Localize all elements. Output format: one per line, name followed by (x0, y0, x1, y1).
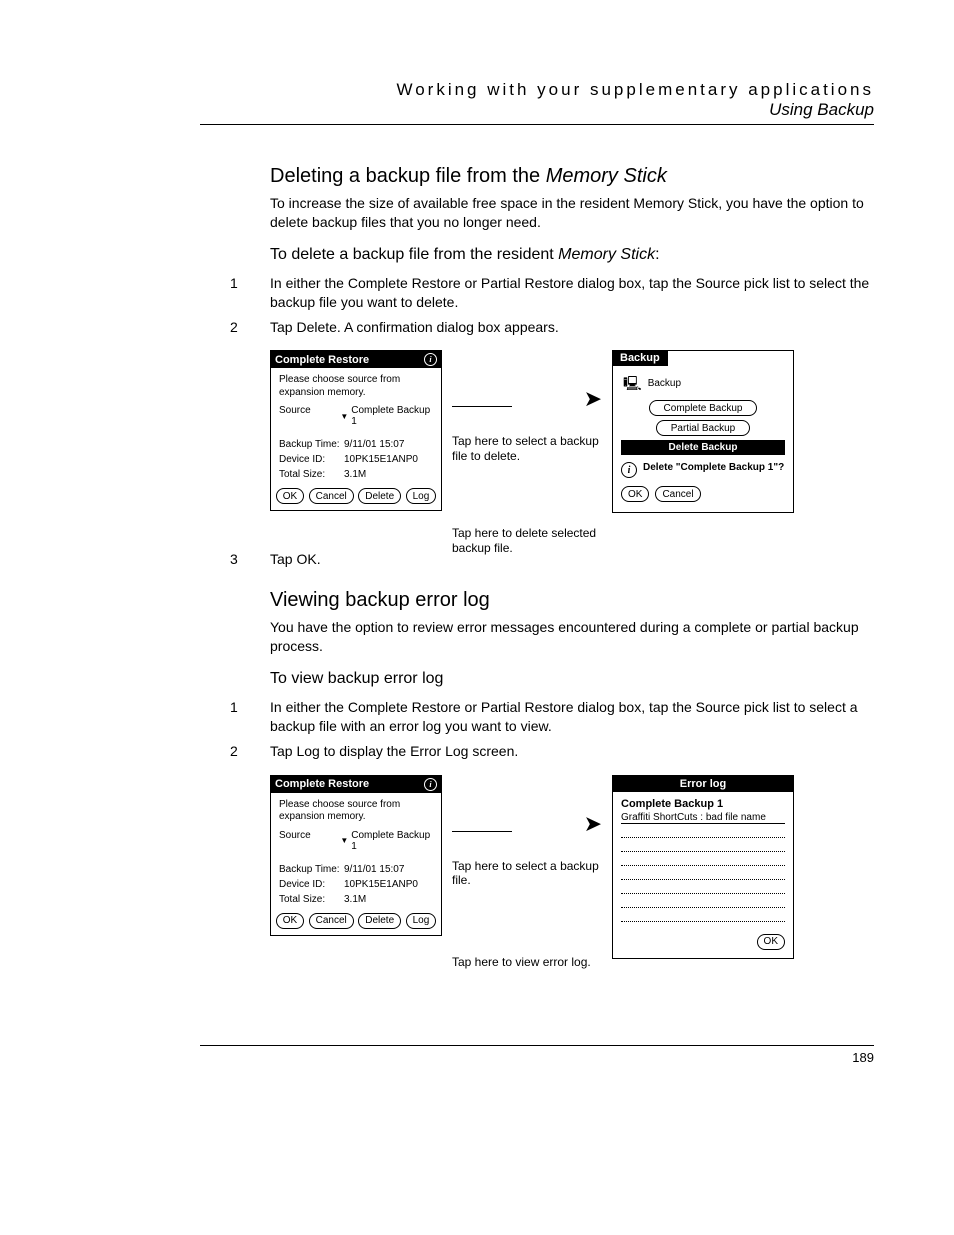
cancel-button[interactable]: Cancel (309, 913, 354, 929)
info-icon: i (424, 778, 437, 791)
palm-complete-restore-b: Complete Restore i Please choose source … (270, 775, 442, 936)
log-button[interactable]: Log (406, 488, 437, 504)
palm-backup-confirm: Backup 🖳 Backup Complete Backup Partial … (612, 350, 794, 513)
log-button[interactable]: Log (406, 913, 437, 929)
confirm-text: Delete "Complete Backup 1"? (643, 462, 784, 473)
figure-row-b: Complete Restore i Please choose source … (270, 775, 874, 975)
delete-backup-bar: Delete Backup (621, 440, 785, 455)
section-b-intro: You have the option to review error mess… (270, 618, 874, 656)
arrow-right-icon: ➤ (584, 386, 602, 412)
palm-restore-msg: Please choose source from expansion memo… (271, 368, 441, 403)
delete-button[interactable]: Delete (358, 913, 401, 929)
section-a-subtitle: To delete a backup file from the residen… (270, 246, 874, 264)
partial-backup-button[interactable]: Partial Backup (656, 420, 750, 436)
section-a-title: Deleting a backup file from the Memory S… (270, 165, 874, 188)
complete-backup-button[interactable]: Complete Backup (649, 400, 758, 416)
confirm-ok-button[interactable]: OK (621, 486, 649, 502)
page-header: Working with your supplementary applicat… (200, 80, 874, 125)
section-a-intro: To increase the size of available free s… (270, 194, 874, 232)
callout-delete: Tap here to delete selected backup file. (452, 526, 602, 555)
callout-select-delete: Tap here to select a backup file to dele… (452, 434, 602, 463)
cancel-button[interactable]: Cancel (309, 488, 354, 504)
figure-row-a: Complete Restore i Please choose source … (270, 350, 874, 530)
step-a-2: 2 Tap Delete. A confirmation dialog box … (230, 318, 874, 337)
info-icon: i (424, 353, 437, 366)
source-picklist-b[interactable]: Complete Backup 1 (340, 830, 433, 852)
palm-error-log: Error log Complete Backup 1 Graffiti Sho… (612, 775, 794, 959)
header-line2: Using Backup (200, 100, 874, 120)
callout-select-b: Tap here to select a backup file. (452, 859, 602, 888)
ok-button[interactable]: OK (276, 488, 304, 504)
errlog-ok-button[interactable]: OK (757, 934, 785, 950)
step-b-2: 2 Tap Log to display the Error Log scree… (230, 742, 874, 761)
palm-complete-restore: Complete Restore i Please choose source … (270, 350, 442, 511)
palm-restore-title: Complete Restore i (271, 351, 441, 368)
memory-stick-icon: 🖳 (623, 376, 642, 390)
section-b-subtitle: To view backup error log (270, 670, 874, 688)
callout-log: Tap here to view error log. (452, 955, 591, 969)
info-icon: i (621, 462, 637, 478)
page-number: 189 (852, 1050, 874, 1065)
ok-button[interactable]: OK (276, 913, 304, 929)
header-line1: Working with your supplementary applicat… (200, 80, 874, 100)
step-a-1: 1 In either the Complete Restore or Part… (230, 274, 874, 312)
section-b-title: Viewing backup error log (270, 589, 874, 612)
arrow-right-icon: ➤ (584, 811, 602, 837)
errlog-heading: Complete Backup 1 (613, 792, 793, 812)
page-footer: 189 (200, 1045, 874, 1065)
source-picklist[interactable]: Complete Backup 1 (340, 405, 433, 427)
backup-tab: Backup (613, 351, 793, 366)
errlog-entry: Graffiti ShortCuts : bad file name (621, 812, 785, 824)
delete-button[interactable]: Delete (358, 488, 401, 504)
step-b-1: 1 In either the Complete Restore or Part… (230, 698, 874, 736)
confirm-cancel-button[interactable]: Cancel (655, 486, 700, 502)
